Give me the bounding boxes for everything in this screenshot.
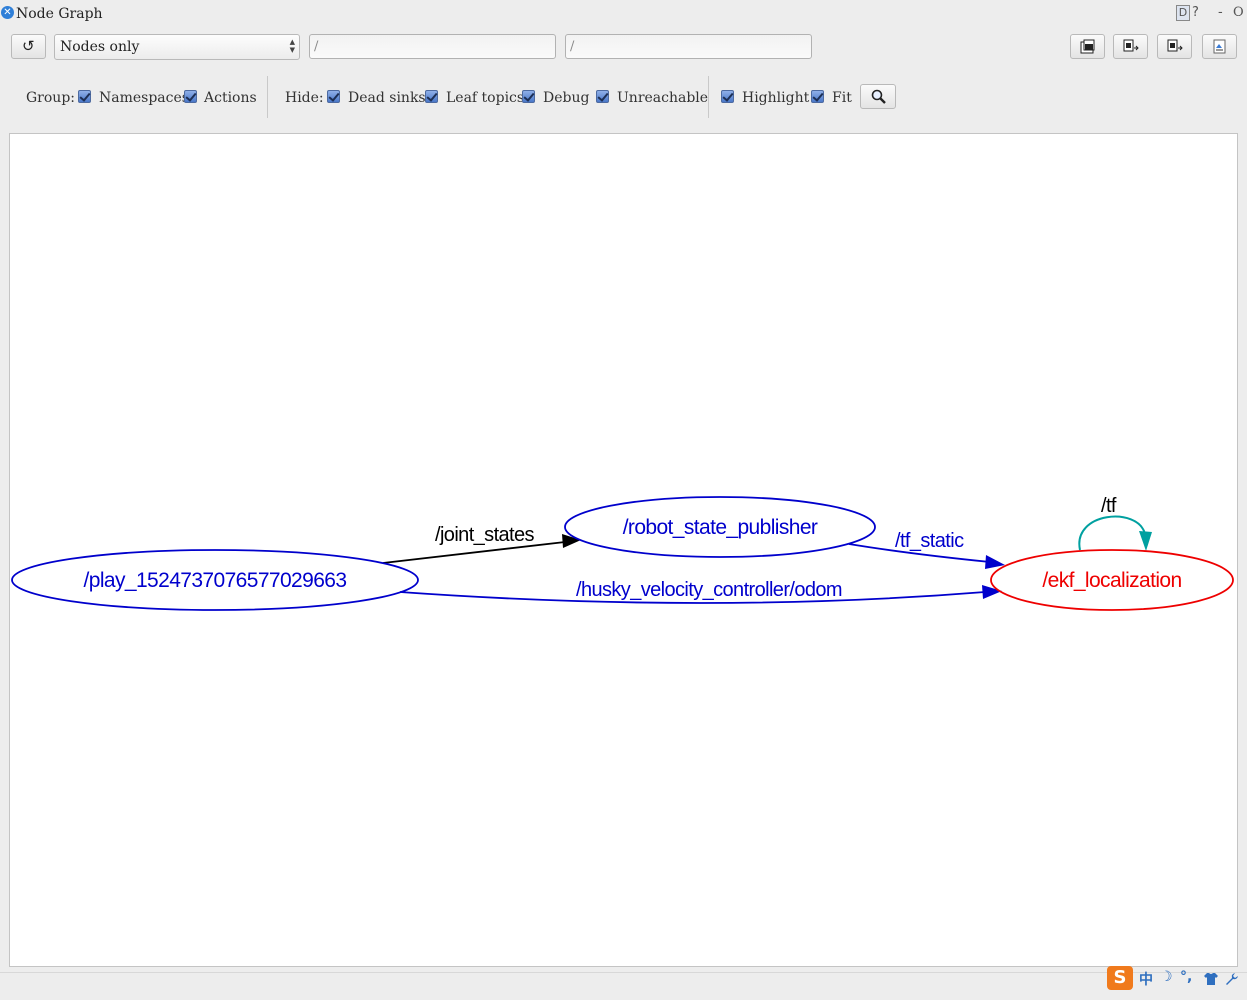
fit-view-button[interactable]	[860, 84, 896, 109]
app-icon: ✕	[1, 6, 14, 19]
ime-logo[interactable]: S	[1107, 966, 1133, 990]
node-robot-state-publisher[interactable]: /robot_state_publisher	[564, 496, 876, 558]
load-dot-button[interactable]	[1070, 34, 1105, 59]
node-play[interactable]: /play_1524737076577029663	[11, 549, 419, 611]
node-label-play: /play_1524737076577029663	[84, 569, 347, 592]
unreachable-label: Unreachable	[617, 90, 709, 106]
topic-filter-input[interactable]: /	[565, 34, 812, 59]
node-graph-window: ✕ Node Graph D ? - O ↺ Nodes only ▲ ▼ / /	[0, 0, 1247, 1000]
magnifier-icon	[871, 89, 886, 104]
shirt-icon[interactable]	[1203, 972, 1219, 990]
actions-checkbox[interactable]	[184, 90, 197, 103]
edge-label-husky-odom: /husky_velocity_controller/odom	[576, 579, 842, 601]
save-image-button[interactable]	[1202, 34, 1237, 59]
edge-label-tf: /tf	[1101, 495, 1117, 517]
dead-sinks-checkbox[interactable]	[327, 90, 340, 103]
help-icon[interactable]: ?	[1192, 5, 1199, 20]
leaf-topics-checkbox[interactable]	[425, 90, 438, 103]
edge-tf-self-loop[interactable]: /tf	[1078, 495, 1152, 551]
graph-svg[interactable]: /joint_states /tf_static /husky_velocity…	[10, 134, 1238, 967]
graph-canvas[interactable]: /joint_states /tf_static /husky_velocity…	[9, 133, 1238, 967]
node-label-ekf-localization: /ekf_localization	[1042, 569, 1181, 592]
refresh-icon: ↺	[22, 37, 35, 55]
leaf-topics-label: Leaf topics	[446, 90, 525, 106]
minimize-icon[interactable]: -	[1218, 5, 1223, 20]
edge-tf-static[interactable]: /tf_static	[848, 530, 1005, 569]
fit-label: Fit	[832, 90, 852, 106]
save-svg-button[interactable]	[1157, 34, 1192, 59]
actions-label: Actions	[204, 90, 257, 106]
refresh-button[interactable]: ↺	[11, 34, 46, 59]
highlight-checkbox[interactable]	[721, 90, 734, 103]
highlight-label: Highlight	[742, 90, 810, 106]
ime-chinese-mode[interactable]: 中	[1139, 969, 1153, 989]
separator	[708, 76, 709, 118]
namespaces-label: Namespaces	[99, 90, 189, 106]
title-bar: ✕ Node Graph D ? - O	[0, 0, 1247, 28]
namespaces-checkbox[interactable]	[78, 90, 91, 103]
edge-joint-states[interactable]: /joint_states	[382, 524, 581, 564]
fit-checkbox[interactable]	[811, 90, 824, 103]
save-dot-button[interactable]	[1113, 34, 1148, 59]
hide-label: Hide:	[285, 90, 324, 106]
graph-type-select[interactable]: Nodes only ▲ ▼	[54, 34, 300, 60]
group-label: Group:	[26, 90, 75, 106]
load-dot-icon	[1080, 39, 1095, 54]
save-svg-icon	[1167, 39, 1183, 52]
dead-sinks-label: Dead sinks	[348, 90, 426, 106]
options-bar: Group: Namespaces Actions Hide: Dead sin…	[0, 76, 1247, 118]
separator	[267, 76, 268, 118]
graph-type-value: Nodes only	[60, 39, 140, 55]
moon-icon[interactable]: ☽	[1160, 969, 1173, 985]
edge-label-tf-static: /tf_static	[895, 530, 964, 552]
options-icon[interactable]: O	[1233, 5, 1244, 20]
status-bar	[0, 972, 1247, 1000]
node-filter-value: /	[314, 39, 319, 54]
wrench-icon[interactable]	[1224, 972, 1240, 990]
window-title: Node Graph	[16, 6, 103, 22]
unreachable-checkbox[interactable]	[596, 90, 609, 103]
node-ekf-localization[interactable]: /ekf_localization	[990, 549, 1234, 611]
topic-filter-value: /	[570, 39, 575, 54]
dock-d-icon[interactable]: D	[1176, 5, 1190, 21]
punctuation-icon[interactable]: °,	[1180, 969, 1192, 985]
save-image-icon	[1213, 39, 1226, 54]
node-filter-input[interactable]: /	[309, 34, 556, 59]
edge-label-joint-states: /joint_states	[435, 524, 535, 546]
debug-label: Debug	[543, 90, 590, 106]
select-arrows-icon: ▲ ▼	[289, 38, 295, 54]
debug-checkbox[interactable]	[522, 90, 535, 103]
save-dot-icon	[1123, 39, 1139, 52]
edge-husky-odom[interactable]: /husky_velocity_controller/odom	[399, 579, 1002, 604]
node-label-robot-state-publisher: /robot_state_publisher	[623, 516, 818, 539]
